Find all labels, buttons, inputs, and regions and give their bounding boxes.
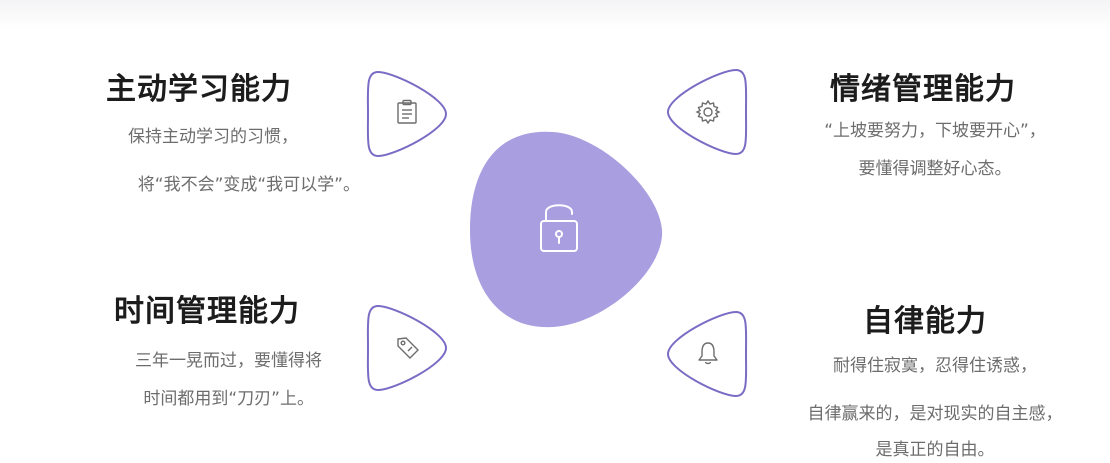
desc-active-learning-line1: 保持主动学习的习惯， <box>128 127 298 147</box>
desc-self-discipline-line1: 耐得住寂寞，忍得住诱惑， <box>833 356 1037 376</box>
desc-self-discipline-line2: 自律赢来的，是对现实的自主感， <box>807 404 1063 424</box>
desc-self-discipline-line3: 是真正的自由。 <box>875 440 995 460</box>
center-triangle-shape <box>470 131 663 328</box>
title-time-management: 时间管理能力 <box>114 294 300 329</box>
desc-emotion-management-line1: “上坡要努力，下坡要开心”， <box>824 121 1046 141</box>
title-emotion-management: 情绪管理能力 <box>830 72 1016 107</box>
desc-active-learning-line2: 将“我不会”变成“我可以学”。 <box>137 175 360 195</box>
node-active-learning <box>362 68 452 160</box>
node-emotion-management <box>662 66 752 158</box>
bell-icon <box>698 342 718 365</box>
gear-icon <box>695 99 721 125</box>
clipboard-icon <box>397 99 417 124</box>
node-time-management <box>362 302 452 394</box>
desc-time-management-line1: 三年一晃而过，要懂得将 <box>135 351 322 371</box>
node-self-discipline <box>662 308 752 400</box>
desc-time-management-line2: 时间都用到“刀刃”上。 <box>143 389 314 409</box>
desc-emotion-management-line2: 要懂得调整好心态。 <box>858 159 1012 179</box>
title-active-learning: 主动学习能力 <box>106 72 292 107</box>
price-tag-icon <box>397 337 419 359</box>
title-self-discipline: 自律能力 <box>863 304 987 339</box>
